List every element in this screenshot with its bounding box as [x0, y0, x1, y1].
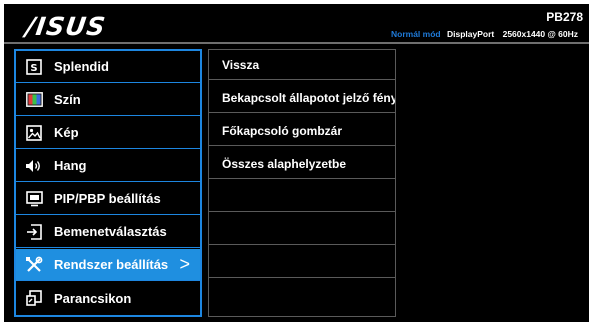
- sub-item-power-indicator[interactable]: Bekapcsolt állapotot jelző fény: [209, 83, 395, 113]
- menu-item-image[interactable]: Kép: [16, 117, 200, 149]
- sub-item-empty: [209, 215, 395, 245]
- menu-item-pip[interactable]: PIP/PBP beállítás: [16, 183, 200, 215]
- main-menu: S Splendid Szín Kép Hang PIP/PBP beállít…: [14, 49, 202, 317]
- sub-item-empty: [209, 182, 395, 212]
- sub-menu: Vissza Bekapcsolt állapotot jelző fény F…: [208, 49, 396, 317]
- image-icon: [25, 124, 43, 141]
- model-name: PB278: [546, 10, 583, 24]
- speaker-icon: [25, 158, 43, 174]
- menu-item-label: Parancsikon: [54, 290, 132, 306]
- sub-item-power-key-lock[interactable]: Főkapcsoló gombzár: [209, 116, 395, 146]
- sub-item-empty: [209, 248, 395, 278]
- tools-icon: [25, 256, 43, 273]
- sub-item-empty: [209, 281, 395, 311]
- menu-item-label: Kép: [54, 125, 79, 140]
- menu-item-label: PIP/PBP beállítás: [54, 191, 161, 206]
- menu-item-color[interactable]: Szín: [16, 84, 200, 116]
- menu-item-input[interactable]: Bemenetválasztás: [16, 216, 200, 248]
- menu-item-splendid[interactable]: S Splendid: [16, 51, 200, 83]
- menu-item-label: Szín: [54, 92, 81, 107]
- resolution-label: 2560x1440 @ 60Hz: [502, 29, 578, 39]
- shortcut-icon: [25, 290, 43, 306]
- connection-label: DisplayPort: [446, 29, 495, 39]
- menu-item-system-setup[interactable]: Rendszer beállítás >: [16, 249, 200, 281]
- osd-panel: /ISUS PB278 Normál mód DisplayPort 2560x…: [4, 4, 589, 322]
- menu-item-label: Bemenetválasztás: [54, 224, 167, 239]
- status-line: Normál mód DisplayPort 2560x1440 @ 60Hz: [391, 29, 589, 39]
- mode-label: Normál mód: [391, 29, 441, 39]
- pip-icon: [25, 190, 43, 207]
- asus-logo: /ISUS: [23, 12, 108, 41]
- sub-item-all-reset[interactable]: Összes alaphelyzetbe: [209, 149, 395, 179]
- color-icon: [25, 92, 43, 108]
- menu-item-shortcut[interactable]: Parancsikon: [16, 282, 200, 314]
- menu-item-label: Splendid: [54, 59, 109, 74]
- menu-item-label: Hang: [54, 158, 87, 173]
- menu-item-label: Rendszer beállítás: [54, 257, 169, 272]
- input-icon: [25, 223, 43, 240]
- chevron-right-icon: >: [179, 254, 190, 274]
- sub-item-back[interactable]: Vissza: [209, 50, 395, 80]
- header-divider: [4, 42, 589, 44]
- splendid-s-icon: S: [25, 58, 43, 75]
- menu-item-sound[interactable]: Hang: [16, 150, 200, 182]
- svg-text:S: S: [30, 63, 37, 74]
